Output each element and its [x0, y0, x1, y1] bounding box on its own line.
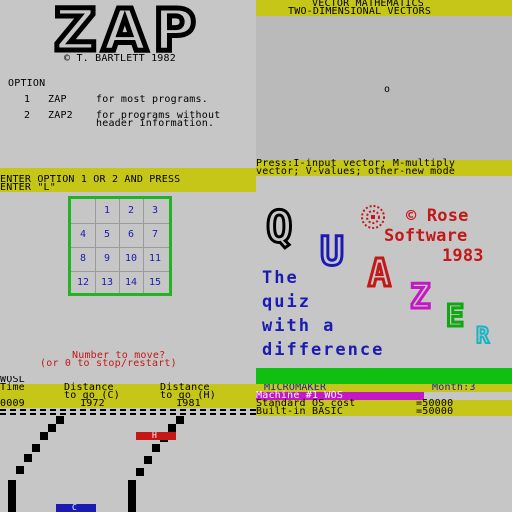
- puzzle-gridline: [71, 223, 169, 224]
- puzzle-tile[interactable]: 9: [96, 248, 118, 270]
- rose-year: 1983: [442, 246, 484, 266]
- puzzle-tile[interactable]: 6: [120, 224, 142, 246]
- puzzle-tile[interactable]: 10: [120, 248, 142, 270]
- zap-panel: ZAP © T. BARTLETT 1982 OPTION 1 ZAP for …: [0, 0, 256, 192]
- wosl-value-time: 0009: [0, 398, 25, 409]
- wosl-value-dist-h: 1981: [176, 398, 201, 409]
- puzzle-tile[interactable]: 1: [96, 200, 118, 222]
- quizer-letter-q: Q: [265, 202, 294, 253]
- quizer-letter-a: A: [366, 251, 392, 295]
- puzzle-gridline: [119, 199, 120, 293]
- puzzle-tile[interactable]: 3: [144, 200, 166, 222]
- option-1-number: 1: [24, 94, 31, 105]
- rose-copyright: © Rose: [406, 206, 469, 226]
- zap-logo: ZAP: [52, 0, 201, 54]
- car-c-label: C: [72, 503, 78, 512]
- quizer-panel: © Rose Software 1983 Q U A Z E R The qui…: [256, 192, 512, 368]
- option-1-name[interactable]: ZAP: [48, 95, 67, 105]
- option-2-number: 2: [24, 110, 31, 121]
- quizer-tagline-1: The: [262, 268, 299, 288]
- basic-cost-label: Built-in BASIC: [256, 406, 344, 417]
- option-2-name[interactable]: ZAP2: [48, 111, 73, 121]
- quizer-tagline-3: with a: [262, 316, 336, 336]
- micromaker-month: Month:3: [432, 384, 476, 393]
- puzzle-gridline: [95, 199, 96, 293]
- puzzle-tile[interactable]: 4: [72, 224, 94, 246]
- car-h[interactable]: H: [136, 432, 176, 440]
- wosl-panel: WOSL Time Distance to go (C) Distance to…: [0, 376, 256, 512]
- option-2-desc: for programs without header information.: [96, 110, 221, 129]
- puzzle-tile[interactable]: [72, 200, 94, 222]
- wosl-track: [8, 416, 184, 512]
- puzzle-tile[interactable]: 11: [144, 248, 166, 270]
- puzzle-tile[interactable]: 13: [96, 272, 118, 294]
- micromaker-panel: MICROMAKER Month:3 Machine #1 WOS Standa…: [256, 384, 512, 512]
- puzzle-tile[interactable]: 7: [144, 224, 166, 246]
- puzzle-tile[interactable]: 5: [96, 224, 118, 246]
- wosl-divider: [0, 409, 256, 415]
- puzzle-tile[interactable]: 15: [144, 272, 166, 294]
- vector-cursor[interactable]: o: [384, 85, 390, 95]
- puzzle-gridline: [71, 271, 169, 272]
- wosl-value-dist-c: 1972: [80, 398, 105, 409]
- quizer-tagline-4: difference: [262, 340, 385, 360]
- rose-logo-icon: [361, 205, 385, 229]
- zap-title: ZAP: [54, 0, 201, 54]
- quizer-tagline-2: quiz: [262, 292, 311, 312]
- rose-publisher: Software: [384, 226, 468, 246]
- puzzle-prompt-line2: (or 0 to stop/restart): [40, 358, 177, 369]
- car-c[interactable]: C: [56, 504, 96, 512]
- quizer-letter-e: E: [444, 299, 465, 334]
- quizer-letter-u: U: [318, 229, 345, 275]
- vector-title-line2: TWO-DIMENSIONAL VECTORS: [288, 6, 432, 17]
- car-h-label: H: [152, 431, 158, 440]
- quizer-letter-z: Z: [409, 277, 432, 317]
- puzzle-tile[interactable]: 14: [120, 272, 142, 294]
- zap-copyright: © T. BARTLETT 1982: [64, 53, 176, 64]
- option-1-desc: for most programs.: [96, 94, 208, 105]
- puzzle-tile[interactable]: 2: [120, 200, 142, 222]
- zap-prompt-line2: ENTER "L": [0, 182, 56, 193]
- quizer-green-bar: [256, 368, 512, 384]
- puzzle-board: 1 2 3 4 5 6 7 8 9 10 11 12 13 14 15: [68, 196, 172, 296]
- vector-help-line2: vector; V-values; other-new mode: [256, 166, 456, 177]
- puzzle-tile[interactable]: 8: [72, 248, 94, 270]
- puzzle-gridline: [71, 247, 169, 248]
- basic-cost-value: =50000: [416, 406, 454, 417]
- option-heading: OPTION: [8, 78, 46, 89]
- wosl-header-time: Time: [0, 382, 25, 393]
- quizer-letter-r: R: [475, 324, 490, 349]
- puzzle-tile[interactable]: 12: [72, 272, 94, 294]
- wosl-header-bar: [0, 384, 256, 408]
- puzzle-gridline: [143, 199, 144, 293]
